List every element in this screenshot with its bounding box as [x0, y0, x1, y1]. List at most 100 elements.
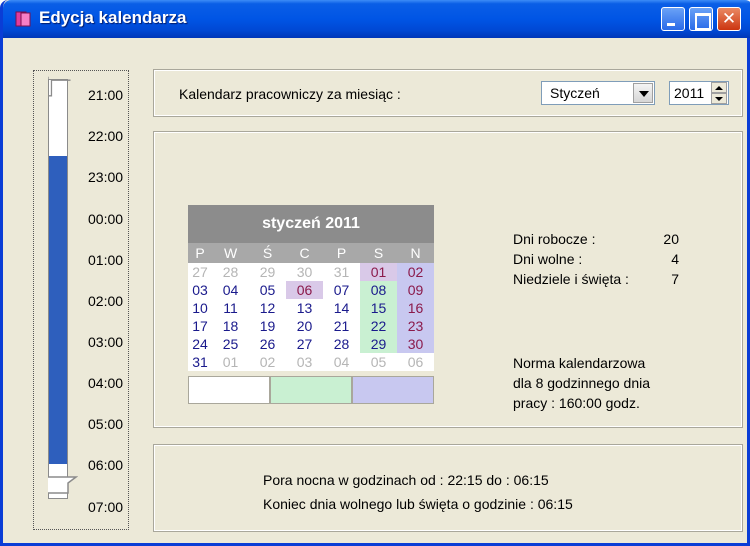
calendar-day-cell[interactable]: 29	[249, 263, 286, 281]
calendar-day-cell[interactable]: 02	[249, 353, 286, 371]
calendar-day-cell[interactable]: 30	[286, 263, 323, 281]
year-spinner[interactable]: 2011	[669, 81, 729, 105]
calendar-day-cell[interactable]: 07	[323, 281, 360, 299]
calendar-day-cell[interactable]: 05	[249, 281, 286, 299]
weekday-label: P	[195, 245, 205, 261]
calendar-day-cell[interactable]: 09	[397, 281, 435, 299]
calendar-day-cell[interactable]: 03	[286, 353, 323, 371]
calendar-week-row: 27 28 29 30 31 01 02	[188, 263, 435, 281]
calendar-day-cell[interactable]: 10	[188, 299, 212, 317]
calendar-day-cell[interactable]: 16	[397, 299, 435, 317]
night-time-track[interactable]	[48, 79, 68, 499]
dropdown-arrow-icon[interactable]	[633, 83, 653, 103]
legend-holiday-swatch	[352, 376, 434, 404]
calendar-day-cell[interactable]: 15	[360, 299, 398, 317]
calendar-day-cell[interactable]: 02	[397, 263, 435, 281]
month-selector-panel: Kalendarz pracowniczy za miesiąc : Stycz…	[153, 69, 743, 117]
night-time-range-fill	[49, 156, 67, 464]
calendar-day-cell[interactable]: 08	[360, 281, 398, 299]
weekday-label: W	[223, 245, 238, 261]
calendar-day-cell[interactable]: 28	[323, 335, 360, 353]
day-statistics: Dni robocze : 20 Dni wolne : 4 Niedziele…	[513, 229, 679, 289]
time-label-06: 06:00	[88, 457, 124, 473]
maximize-button[interactable]	[689, 7, 713, 31]
norm-line-2: dla 8 godzinnego dnia	[513, 375, 651, 391]
end-time-marker-icon[interactable]	[48, 469, 78, 495]
time-label-01: 01:00	[88, 252, 124, 268]
spin-up-icon[interactable]	[711, 82, 727, 93]
calendar-day-cell[interactable]: 29	[360, 335, 398, 353]
freedays-label: Dni wolne :	[513, 251, 583, 267]
calendar-title: styczeń 2011	[188, 205, 434, 243]
calendar-day-cell[interactable]: 19	[249, 317, 286, 335]
calendar-day-cell[interactable]: 27	[188, 263, 212, 281]
calendar-day-cell[interactable]: 04	[212, 281, 249, 299]
calendar-day-cell[interactable]: 28	[212, 263, 249, 281]
norm-line-3: pracy : 160:00 godz.	[513, 395, 640, 411]
workdays-row: Dni robocze : 20	[513, 229, 679, 249]
time-label-21: 21:00	[88, 87, 124, 103]
night-time-info-panel: Pora nocna w godzinach od : 22:15 do : 0…	[153, 444, 743, 532]
month-dropdown-value: Styczeń	[550, 85, 600, 101]
time-label-23: 23:00	[88, 169, 124, 185]
legend-saturday-swatch	[270, 376, 352, 404]
calendar-day-cell[interactable]: 03	[188, 281, 212, 299]
calendar-day-cell[interactable]: 06	[286, 281, 324, 299]
time-label-00: 00:00	[88, 211, 124, 227]
calendar-grid: 27 28 29 30 31 01 02 03 04 05 06 07 08 09 10 11 12 13 14 15…	[188, 263, 435, 371]
weekday-label: P	[336, 245, 347, 261]
title-bar[interactable]: Edycja kalendarza ✕	[3, 0, 750, 38]
window-title: Edycja kalendarza	[39, 8, 187, 27]
calendar-week-row: 17 18 19 20 21 22 23	[188, 317, 435, 335]
calendar-day-cell[interactable]: 24	[188, 335, 212, 353]
calendar-norm-text: Norma kalendarzowa dla 8 godzinnego dnia…	[513, 353, 713, 413]
calendar-day-cell[interactable]: 01	[212, 353, 249, 371]
time-label-03: 03:00	[88, 334, 124, 350]
year-spinner-value: 2011	[674, 85, 705, 101]
holidays-label: Niedziele i święta :	[513, 271, 629, 287]
holiday-end-text: Koniec dnia wolnego lub święta o godzini…	[263, 496, 573, 512]
calendar-book-icon	[15, 11, 31, 27]
calendar-day-cell[interactable]: 05	[360, 353, 397, 371]
calendar-day-cell[interactable]: 23	[397, 317, 435, 335]
month-selector-label: Kalendarz pracowniczy za miesiąc :	[179, 86, 401, 102]
calendar-day-cell[interactable]: 11	[212, 299, 249, 317]
spin-down-icon[interactable]	[711, 93, 727, 104]
night-hours-text: Pora nocna w godzinach od : 22:15 do : 0…	[263, 472, 549, 488]
close-icon: ✕	[721, 9, 737, 28]
calendar-day-cell[interactable]: 22	[360, 317, 398, 335]
weekday-label: C	[299, 245, 310, 261]
holidays-value: 7	[671, 271, 679, 287]
time-label-04: 04:00	[88, 375, 124, 391]
calendar-day-cell[interactable]: 31	[323, 263, 360, 281]
main-window: Edycja kalendarza ✕ 21:00 22:00 23:00 00…	[0, 0, 750, 546]
calendar-day-cell[interactable]: 26	[249, 335, 286, 353]
calendar-day-cell[interactable]: 04	[323, 353, 360, 371]
calendar-day-cell[interactable]: 20	[286, 317, 323, 335]
calendar-day-cell[interactable]: 25	[212, 335, 249, 353]
calendar-day-cell[interactable]: 13	[286, 299, 323, 317]
calendar-day-cell[interactable]: 14	[323, 299, 360, 317]
time-label-02: 02:00	[88, 293, 124, 309]
weekday-label: N	[410, 245, 421, 261]
close-button[interactable]: ✕	[717, 7, 741, 31]
minimize-button[interactable]	[661, 7, 685, 31]
start-time-marker-icon[interactable]	[48, 75, 74, 101]
calendar-day-cell[interactable]: 12	[249, 299, 286, 317]
calendar-day-cell[interactable]: 18	[212, 317, 249, 335]
calendar-day-cell[interactable]: 06	[397, 353, 434, 371]
calendar-day-cell[interactable]: 27	[286, 335, 323, 353]
calendar-day-cell[interactable]: 21	[323, 317, 360, 335]
time-label-05: 05:00	[88, 416, 124, 432]
workdays-label: Dni robocze :	[513, 231, 596, 247]
calendar-day-cell[interactable]: 01	[360, 263, 398, 281]
month-dropdown[interactable]: Styczeń	[541, 81, 655, 105]
calendar-week-row: 03 04 05 06 07 08 09	[188, 281, 435, 299]
freedays-row: Dni wolne : 4	[513, 249, 679, 269]
workdays-value: 20	[663, 231, 679, 247]
calendar-day-cell[interactable]: 31	[188, 353, 212, 371]
holidays-row: Niedziele i święta : 7	[513, 269, 679, 289]
calendar-day-cell[interactable]: 17	[188, 317, 212, 335]
calendar-day-cell[interactable]: 30	[397, 335, 435, 353]
day-type-legend	[188, 376, 434, 404]
